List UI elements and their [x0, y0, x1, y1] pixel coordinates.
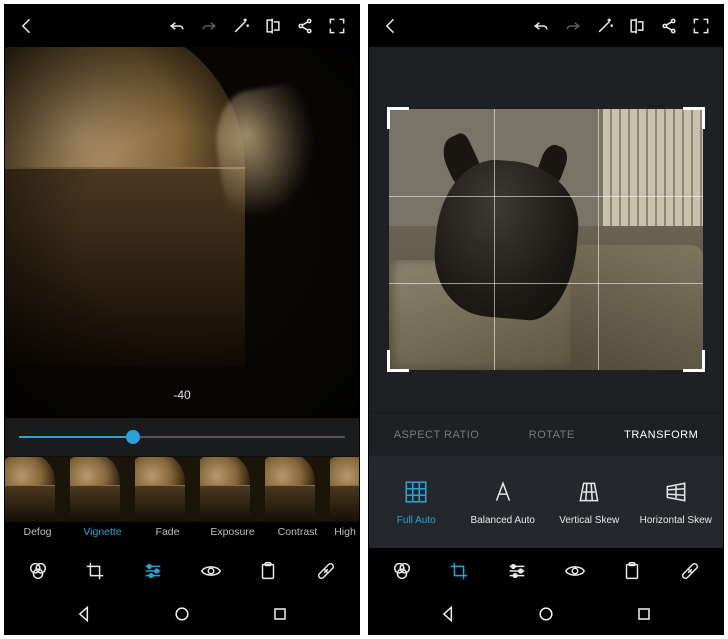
preset-thumb	[330, 457, 359, 522]
preset-thumb	[5, 457, 70, 522]
crop-frame[interactable]	[389, 109, 703, 371]
crop-handle-br[interactable]	[683, 350, 705, 372]
preset-thumb	[265, 457, 330, 522]
preset-label: Fade	[156, 526, 180, 538]
mode-redeye[interactable]	[191, 551, 231, 591]
top-toolbar	[369, 5, 723, 47]
preset-thumb	[200, 457, 265, 522]
preset-label: Exposure	[210, 526, 254, 538]
tab-rotate[interactable]: ROTATE	[523, 425, 581, 445]
transform-option-label: Full Auto	[397, 515, 436, 526]
crop-handle-tr[interactable]	[683, 107, 705, 129]
nav-back-icon[interactable]	[437, 603, 459, 625]
magic-wand-icon[interactable]	[225, 10, 257, 42]
image-canvas[interactable]: -40	[5, 47, 359, 418]
adjust-preset-strip[interactable]: Defog Vignette Fade Exposure Contrast High	[5, 456, 359, 548]
preset-thumb	[70, 457, 135, 522]
preset-thumb	[135, 457, 200, 522]
top-toolbar	[5, 5, 359, 47]
edited-photo	[5, 47, 359, 418]
mode-heal[interactable]	[670, 551, 710, 591]
mode-crop[interactable]	[439, 551, 479, 591]
preset-high[interactable]: High	[330, 457, 359, 548]
back-icon[interactable]	[11, 10, 43, 42]
redo-icon[interactable]	[557, 10, 589, 42]
preset-vignette[interactable]: Vignette	[70, 457, 135, 548]
mode-crop[interactable]	[75, 551, 115, 591]
nav-home-icon[interactable]	[171, 603, 193, 625]
android-nav-bar	[369, 594, 723, 634]
mode-clipboard[interactable]	[612, 551, 652, 591]
fullscreen-icon[interactable]	[321, 10, 353, 42]
adjust-slider-row	[5, 418, 359, 456]
undo-icon[interactable]	[525, 10, 557, 42]
crop-tab-bar: ASPECT RATIO ROTATE TRANSFORM	[369, 412, 723, 456]
transform-option-full-auto[interactable]: Full Auto	[376, 479, 456, 526]
transform-option-balanced-auto[interactable]: Balanced Auto	[463, 479, 543, 526]
mode-adjust[interactable]	[497, 551, 537, 591]
mode-bar	[369, 548, 723, 594]
crop-handle-tl[interactable]	[387, 107, 409, 129]
crop-canvas[interactable]	[369, 47, 723, 412]
fullscreen-icon[interactable]	[685, 10, 717, 42]
preset-defog[interactable]: Defog	[5, 457, 70, 548]
mode-heal[interactable]	[306, 551, 346, 591]
transform-option-label: Horizontal Skew	[640, 515, 712, 526]
preset-fade[interactable]: Fade	[135, 457, 200, 548]
preset-label: Contrast	[278, 526, 318, 538]
nav-recent-icon[interactable]	[269, 603, 291, 625]
preset-label: Defog	[23, 526, 51, 538]
mode-bar	[5, 548, 359, 594]
tab-aspect-ratio[interactable]: ASPECT RATIO	[388, 425, 486, 445]
magic-wand-icon[interactable]	[589, 10, 621, 42]
tab-transform[interactable]: TRANSFORM	[618, 425, 704, 445]
mode-looks[interactable]	[382, 551, 422, 591]
mode-adjust[interactable]	[133, 551, 173, 591]
nav-back-icon[interactable]	[73, 603, 95, 625]
transform-option-horizontal-skew[interactable]: Horizontal Skew	[636, 479, 716, 526]
adjust-slider[interactable]	[19, 436, 345, 438]
crop-handle-bl[interactable]	[387, 350, 409, 372]
edited-photo	[389, 109, 703, 371]
transform-option-label: Vertical Skew	[559, 515, 619, 526]
mode-clipboard[interactable]	[248, 551, 288, 591]
nav-recent-icon[interactable]	[633, 603, 655, 625]
preset-exposure[interactable]: Exposure	[200, 457, 265, 548]
adjust-value-label: -40	[173, 388, 190, 402]
mode-redeye[interactable]	[555, 551, 595, 591]
vertical-skew-icon	[576, 479, 602, 505]
nav-home-icon[interactable]	[535, 603, 557, 625]
transform-option-row: Full Auto Balanced Auto Vertical Skew Horiz…	[369, 456, 723, 548]
horizontal-skew-icon	[663, 479, 689, 505]
share-icon[interactable]	[653, 10, 685, 42]
mode-looks[interactable]	[18, 551, 58, 591]
preset-label: Vignette	[83, 526, 121, 538]
transform-option-label: Balanced Auto	[471, 515, 536, 526]
editor-screen-vignette: -40 Defog Vignette Fade Exposure Contrast Hig…	[4, 4, 360, 635]
editor-screen-transform: ASPECT RATIO ROTATE TRANSFORM Full Auto Bal…	[368, 4, 724, 635]
preset-label: High	[334, 526, 356, 538]
android-nav-bar	[5, 594, 359, 634]
redo-icon[interactable]	[193, 10, 225, 42]
balanced-auto-icon	[490, 479, 516, 505]
preset-contrast[interactable]: Contrast	[265, 457, 330, 548]
compare-icon[interactable]	[257, 10, 289, 42]
back-icon[interactable]	[375, 10, 407, 42]
transform-option-vertical-skew[interactable]: Vertical Skew	[549, 479, 629, 526]
undo-icon[interactable]	[161, 10, 193, 42]
compare-icon[interactable]	[621, 10, 653, 42]
full-auto-icon	[403, 479, 429, 505]
share-icon[interactable]	[289, 10, 321, 42]
